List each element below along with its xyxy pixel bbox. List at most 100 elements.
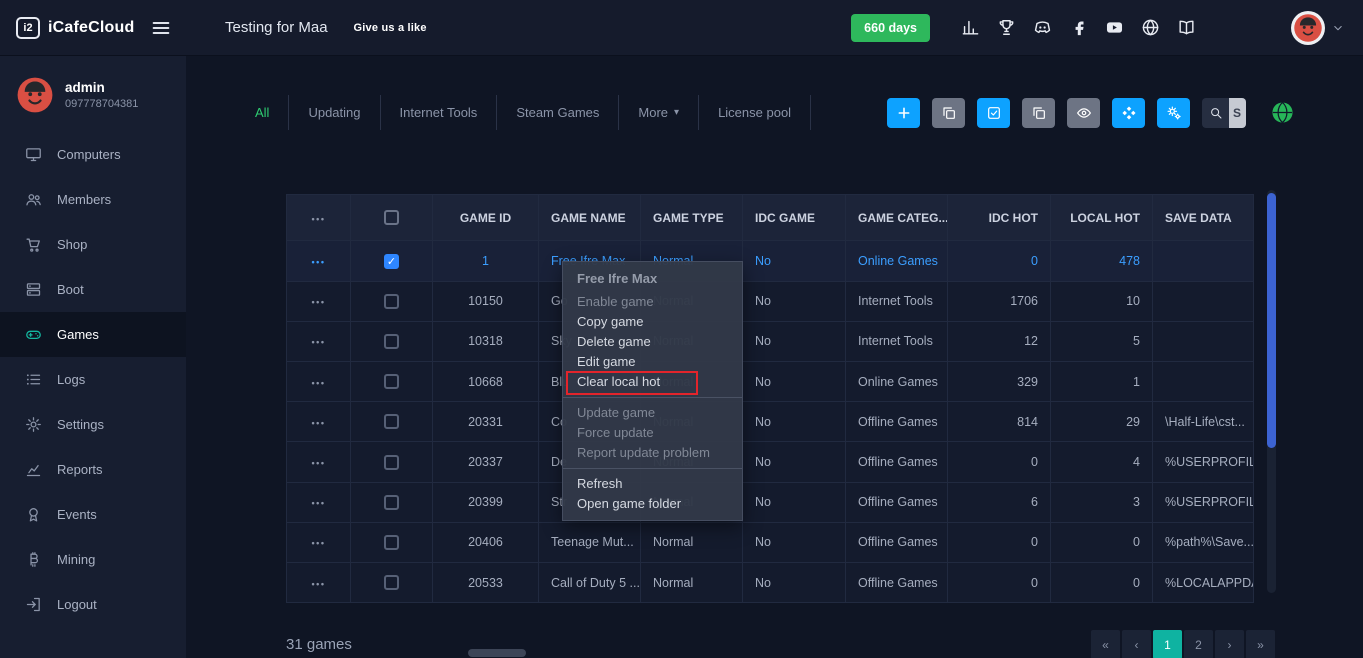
horizontal-scrollbar[interactable] xyxy=(468,649,526,657)
tab-updating[interactable]: Updating xyxy=(288,95,379,130)
youtube-icon[interactable] xyxy=(1105,18,1124,37)
page-button-next[interactable]: › xyxy=(1215,630,1244,658)
give-us-a-like-link[interactable]: Give us a like xyxy=(354,22,427,34)
globe-icon[interactable] xyxy=(1271,101,1294,124)
menu-item-copy-game[interactable]: Copy game xyxy=(563,312,742,332)
table-row[interactable]: •••20533Call of Duty 5 ...NormalNoOfflin… xyxy=(287,562,1254,602)
sidebar-item-events[interactable]: Events xyxy=(0,492,186,537)
tab-label: All xyxy=(255,105,269,120)
scrollbar-thumb[interactable] xyxy=(1267,193,1276,448)
main-content: AllUpdatingInternet ToolsSteam GamesMore… xyxy=(186,55,1363,658)
tab-more[interactable]: More▾ xyxy=(618,95,698,130)
sidebar-item-logout[interactable]: Logout xyxy=(0,582,186,627)
sidebar-item-games[interactable]: Games xyxy=(0,312,186,357)
cell-idc_hot: 1706 xyxy=(948,281,1051,321)
more-icon: ••• xyxy=(312,214,326,224)
cell-category: Internet Tools xyxy=(846,321,948,361)
sidebar-item-mining[interactable]: Mining xyxy=(0,537,186,582)
tab-internet-tools[interactable]: Internet Tools xyxy=(380,95,497,130)
row-checkbox[interactable] xyxy=(384,374,399,389)
row-checkbox[interactable]: ✓ xyxy=(384,254,399,269)
table-row[interactable]: •••10150GoNormalNoInternet Tools170610 xyxy=(287,281,1254,321)
row-checkbox[interactable] xyxy=(384,535,399,550)
menu-item-refresh[interactable]: Refresh xyxy=(563,474,742,494)
page-button-prev[interactable]: ‹ xyxy=(1122,630,1151,658)
row-menu-button[interactable]: ••• xyxy=(312,297,326,307)
duplicate-games-button[interactable] xyxy=(1022,98,1055,128)
sidebar-item-computers[interactable]: Computers xyxy=(0,132,186,177)
sidebar-item-label: Logout xyxy=(57,597,97,612)
cell-category: Offline Games xyxy=(846,482,948,522)
list-icon xyxy=(25,371,42,388)
select-games-button[interactable] xyxy=(977,98,1010,128)
table-row[interactable]: •••✓1Free Ifre MaxNormalNoOnline Games04… xyxy=(287,241,1254,281)
sidebar-item-reports[interactable]: Reports xyxy=(0,447,186,492)
row-menu-button[interactable]: ••• xyxy=(312,579,326,589)
checksquare-icon xyxy=(986,105,1002,121)
row-checkbox[interactable] xyxy=(384,575,399,590)
column-header: IDC GAME xyxy=(743,195,846,241)
sidebar-item-boot[interactable]: Boot xyxy=(0,267,186,312)
tab-all[interactable]: All xyxy=(236,95,288,130)
cell-game_id: 20406 xyxy=(433,522,539,562)
add-game-button[interactable] xyxy=(887,98,920,128)
sidebar-item-members[interactable]: Members xyxy=(0,177,186,222)
menu-toggle-icon[interactable] xyxy=(150,17,172,39)
table-row[interactable]: •••20337DeNormalNoOffline Games04%USERPR… xyxy=(287,442,1254,482)
search-input[interactable]: S xyxy=(1202,98,1246,128)
view-games-button[interactable] xyxy=(1067,98,1100,128)
row-menu-button[interactable]: ••• xyxy=(312,498,326,508)
license-days-button[interactable]: 660 days xyxy=(851,14,930,42)
table-row[interactable]: •••20331CoNormalNoOffline Games81429\Hal… xyxy=(287,402,1254,442)
table-row[interactable]: •••10668BluNormalNoOnline Games3291 xyxy=(287,361,1254,401)
select-all-checkbox[interactable] xyxy=(384,210,399,225)
row-checkbox[interactable] xyxy=(384,495,399,510)
user-menu[interactable] xyxy=(1291,11,1345,45)
menu-item-edit-game[interactable]: Edit game xyxy=(563,352,742,372)
row-checkbox[interactable] xyxy=(384,414,399,429)
menu-item-open-game-folder[interactable]: Open game folder xyxy=(563,494,742,514)
tab-license-pool[interactable]: License pool xyxy=(698,95,811,130)
avatar-face-icon xyxy=(1293,13,1323,43)
row-menu-button[interactable]: ••• xyxy=(312,458,326,468)
table-row[interactable]: •••20399StrNormalNoOffline Games63%USERP… xyxy=(287,482,1254,522)
vertical-scrollbar[interactable] xyxy=(1267,190,1276,593)
table-footer: 31 games «‹12›» xyxy=(236,630,1294,658)
table-row[interactable]: •••20406Teenage Mut...NormalNoOffline Ga… xyxy=(287,522,1254,562)
row-checkbox[interactable] xyxy=(384,334,399,349)
sidebar-item-shop[interactable]: Shop xyxy=(0,222,186,267)
sidebar-item-settings[interactable]: Settings xyxy=(0,402,186,447)
table-row[interactable]: •••10318SkyNormalNoInternet Tools125 xyxy=(287,321,1254,361)
row-menu-button[interactable]: ••• xyxy=(312,337,326,347)
page-button-1[interactable]: 1 xyxy=(1153,630,1182,658)
row-checkbox[interactable] xyxy=(384,294,399,309)
page-button-2[interactable]: 2 xyxy=(1184,630,1213,658)
eye-icon xyxy=(1076,105,1092,121)
chart-icon xyxy=(25,461,42,478)
menu-item-force-update: Force update xyxy=(563,423,742,443)
page-button-last[interactable]: » xyxy=(1246,630,1275,658)
menu-item-clear-local-hot[interactable]: Clear local hot xyxy=(563,372,742,392)
copy-games-button[interactable] xyxy=(932,98,965,128)
categories-button[interactable] xyxy=(1112,98,1145,128)
cell-category: Offline Games xyxy=(846,442,948,482)
tab-steam-games[interactable]: Steam Games xyxy=(496,95,618,130)
row-menu-button[interactable]: ••• xyxy=(312,538,326,548)
row-menu-button[interactable]: ••• xyxy=(312,418,326,428)
book-icon[interactable] xyxy=(1177,18,1196,37)
toolbar-buttons xyxy=(887,98,1190,128)
batch-settings-button[interactable] xyxy=(1157,98,1190,128)
row-menu-button[interactable]: ••• xyxy=(312,257,326,267)
cart-icon xyxy=(25,236,42,253)
stats-icon[interactable] xyxy=(961,18,980,37)
row-checkbox[interactable] xyxy=(384,455,399,470)
sidebar-item-logs[interactable]: Logs xyxy=(0,357,186,402)
row-menu-button[interactable]: ••• xyxy=(312,378,326,388)
trophy-icon[interactable] xyxy=(997,18,1016,37)
facebook-icon[interactable] xyxy=(1069,18,1088,37)
globe-icon[interactable] xyxy=(1141,18,1160,37)
menu-divider xyxy=(563,397,742,398)
menu-item-delete-game[interactable]: Delete game xyxy=(563,332,742,352)
page-button-first[interactable]: « xyxy=(1091,630,1120,658)
discord-icon[interactable] xyxy=(1033,18,1052,37)
